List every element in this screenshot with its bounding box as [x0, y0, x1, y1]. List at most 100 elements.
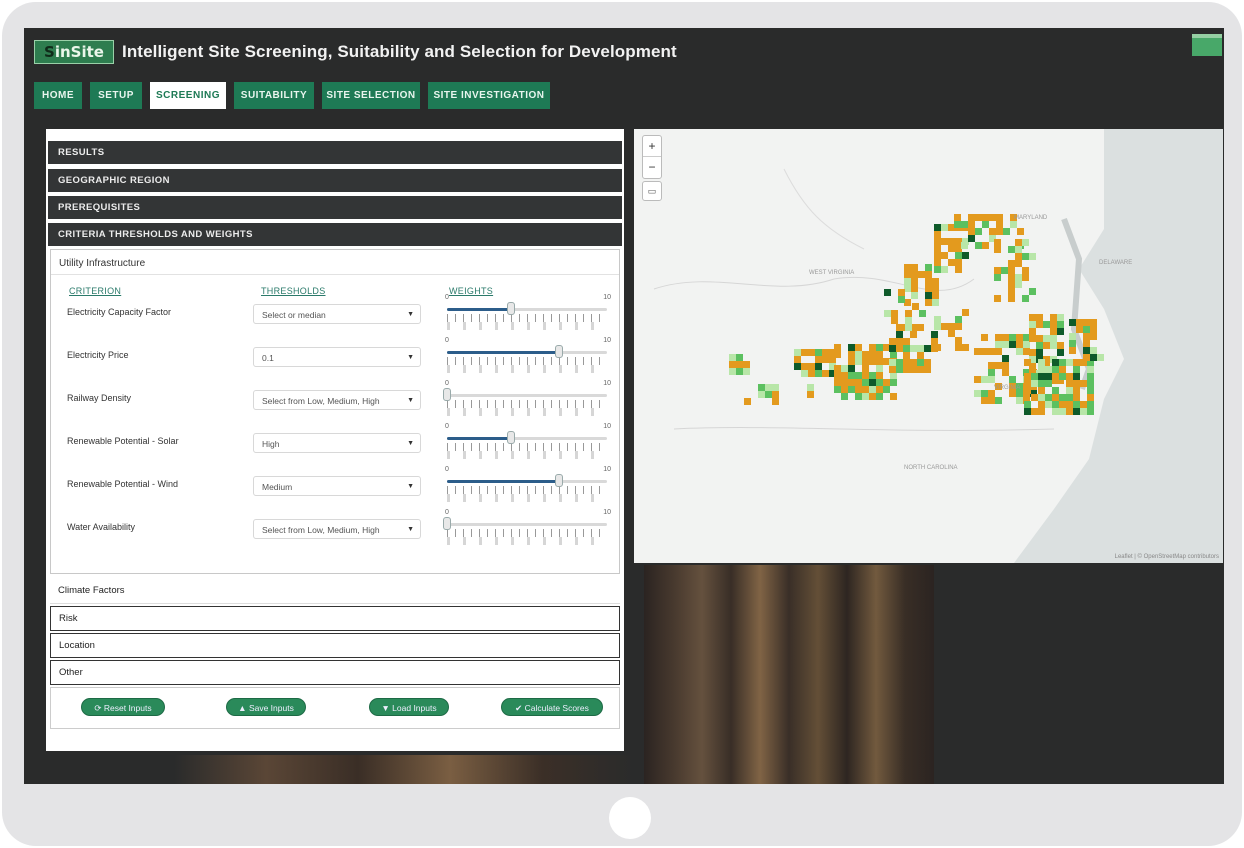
calculate-scores-button[interactable]: ✔ Calculate Scores — [501, 698, 603, 716]
grid-cell — [1045, 394, 1052, 401]
threshold-select[interactable]: Select from Low, Medium, High ▼ — [253, 519, 421, 539]
slider-handle[interactable] — [507, 431, 515, 444]
slider-handle[interactable] — [443, 388, 451, 401]
tablet-home-button[interactable] — [609, 797, 651, 839]
threshold-select[interactable]: 0.1 ▼ — [253, 347, 421, 367]
weight-slider[interactable]: 0 10 — [443, 380, 611, 422]
grid-cell — [1050, 314, 1057, 321]
grid-cell — [815, 370, 822, 377]
tab-site-selection[interactable]: SITE SELECTION — [322, 82, 420, 109]
panel-criteria[interactable]: CRITERIA THRESHOLDS AND WEIGHTS — [48, 223, 622, 246]
reset-inputs-button[interactable]: ⟳ Reset Inputs — [81, 698, 165, 716]
grid-cell — [869, 379, 876, 386]
grid-cell — [1038, 366, 1045, 373]
grid-cell — [1083, 319, 1090, 326]
weight-slider[interactable]: 0 10 — [443, 466, 611, 508]
grid-cell — [855, 344, 862, 351]
grid-cell — [801, 370, 808, 377]
grid-cell — [896, 366, 903, 373]
grid-cell — [955, 344, 962, 351]
map-attribution[interactable]: Leaflet | © OpenStreetMap contributors — [1115, 554, 1219, 560]
grid-cell — [896, 331, 903, 338]
subsection-other[interactable]: Other — [50, 660, 620, 685]
section-title[interactable]: Utility Infrastructure — [59, 258, 145, 269]
grid-cell — [1024, 359, 1031, 366]
grid-cell — [765, 384, 772, 391]
slider-fill — [447, 308, 511, 311]
grid-cell — [1052, 366, 1059, 373]
slider-handle[interactable] — [443, 517, 451, 530]
weight-slider[interactable]: 0 10 — [443, 337, 611, 379]
map-canvas[interactable]: WEST VIRGINIA VIRGINIA NORTH CAROLINA DE… — [634, 129, 1223, 563]
logo-mark-icon: S — [44, 43, 55, 61]
slider-handle[interactable] — [555, 345, 563, 358]
subsection-risk[interactable]: Risk — [50, 606, 620, 631]
grid-cell — [834, 351, 841, 358]
slider-track[interactable] — [447, 394, 607, 397]
subsection-climate[interactable]: Climate Factors — [50, 579, 620, 604]
slider-max: 10 — [603, 380, 611, 387]
grid-cell — [876, 365, 883, 372]
grid-cell — [758, 384, 765, 391]
slider-track[interactable] — [447, 480, 607, 483]
grid-cell — [968, 228, 975, 235]
weight-slider[interactable]: 0 10 — [443, 509, 611, 551]
threshold-select[interactable]: Select from Low, Medium, High ▼ — [253, 390, 421, 410]
zoom-in-button[interactable]: + — [643, 136, 661, 157]
grid-cell — [862, 379, 869, 386]
slider-ticks — [447, 400, 607, 408]
slider-track[interactable] — [447, 523, 607, 526]
weight-slider[interactable]: 0 10 — [443, 294, 611, 336]
weight-slider[interactable]: 0 10 — [443, 423, 611, 465]
slider-handle[interactable] — [507, 302, 515, 315]
tab-site-investigation[interactable]: SITE INVESTIGATION — [428, 82, 550, 109]
grid-cell — [968, 214, 975, 221]
tab-suitability[interactable]: SUITABILITY — [234, 82, 314, 109]
tab-screening[interactable]: SCREENING — [150, 82, 226, 109]
app-logo[interactable]: SinSite — [34, 40, 114, 64]
threshold-select[interactable]: Medium ▼ — [253, 476, 421, 496]
grid-cell — [862, 351, 869, 358]
panel-prerequisites[interactable]: PREREQUISITES — [48, 196, 622, 219]
tab-home[interactable]: HOME — [34, 82, 82, 109]
threshold-select[interactable]: High ▼ — [253, 433, 421, 453]
grid-cell — [919, 310, 926, 317]
grid-cell — [1073, 373, 1080, 380]
grid-cell — [1057, 342, 1064, 349]
subsection-location[interactable]: Location — [50, 633, 620, 658]
grid-cell — [924, 345, 931, 352]
slider-track[interactable] — [447, 308, 607, 311]
zoom-out-button[interactable]: − — [643, 157, 661, 177]
load-inputs-button[interactable]: ▼ Load Inputs — [369, 698, 449, 716]
tab-setup[interactable]: SETUP — [90, 82, 142, 109]
grid-cell — [1031, 380, 1038, 387]
slider-max: 10 — [603, 294, 611, 301]
save-inputs-button[interactable]: ▲ Save Inputs — [226, 698, 306, 716]
panel-geographic-region[interactable]: GEOGRAPHIC REGION — [48, 169, 622, 192]
slider-min: 0 — [445, 423, 449, 430]
grid-cell — [1029, 328, 1036, 335]
grid-cell — [994, 246, 1001, 253]
slider-track[interactable] — [447, 437, 607, 440]
grid-cell — [772, 384, 779, 391]
grid-cell — [1052, 394, 1059, 401]
grid-cell — [1036, 342, 1043, 349]
slider-handle[interactable] — [555, 474, 563, 487]
utility-infrastructure-section: Utility Infrastructure CRITERION THRESHO… — [50, 249, 620, 574]
grid-cell — [931, 331, 938, 338]
grid-cell — [1017, 228, 1024, 235]
grid-cell — [988, 376, 995, 383]
flag-icon — [1192, 34, 1222, 56]
results-map[interactable]: WEST VIRGINIA VIRGINIA NORTH CAROLINA DE… — [634, 129, 1223, 563]
panel-results[interactable]: RESULTS — [48, 141, 622, 164]
grid-cell — [1066, 401, 1073, 408]
grid-cell — [1050, 321, 1057, 328]
grid-cell — [1024, 401, 1031, 408]
grid-cell — [848, 386, 855, 393]
grid-cell — [848, 358, 855, 365]
threshold-select[interactable]: Select or median ▼ — [253, 304, 421, 324]
slider-track[interactable] — [447, 351, 607, 354]
layers-icon[interactable]: ▭ — [642, 181, 662, 201]
grid-cell — [1073, 387, 1080, 394]
grid-cell — [1080, 380, 1087, 387]
